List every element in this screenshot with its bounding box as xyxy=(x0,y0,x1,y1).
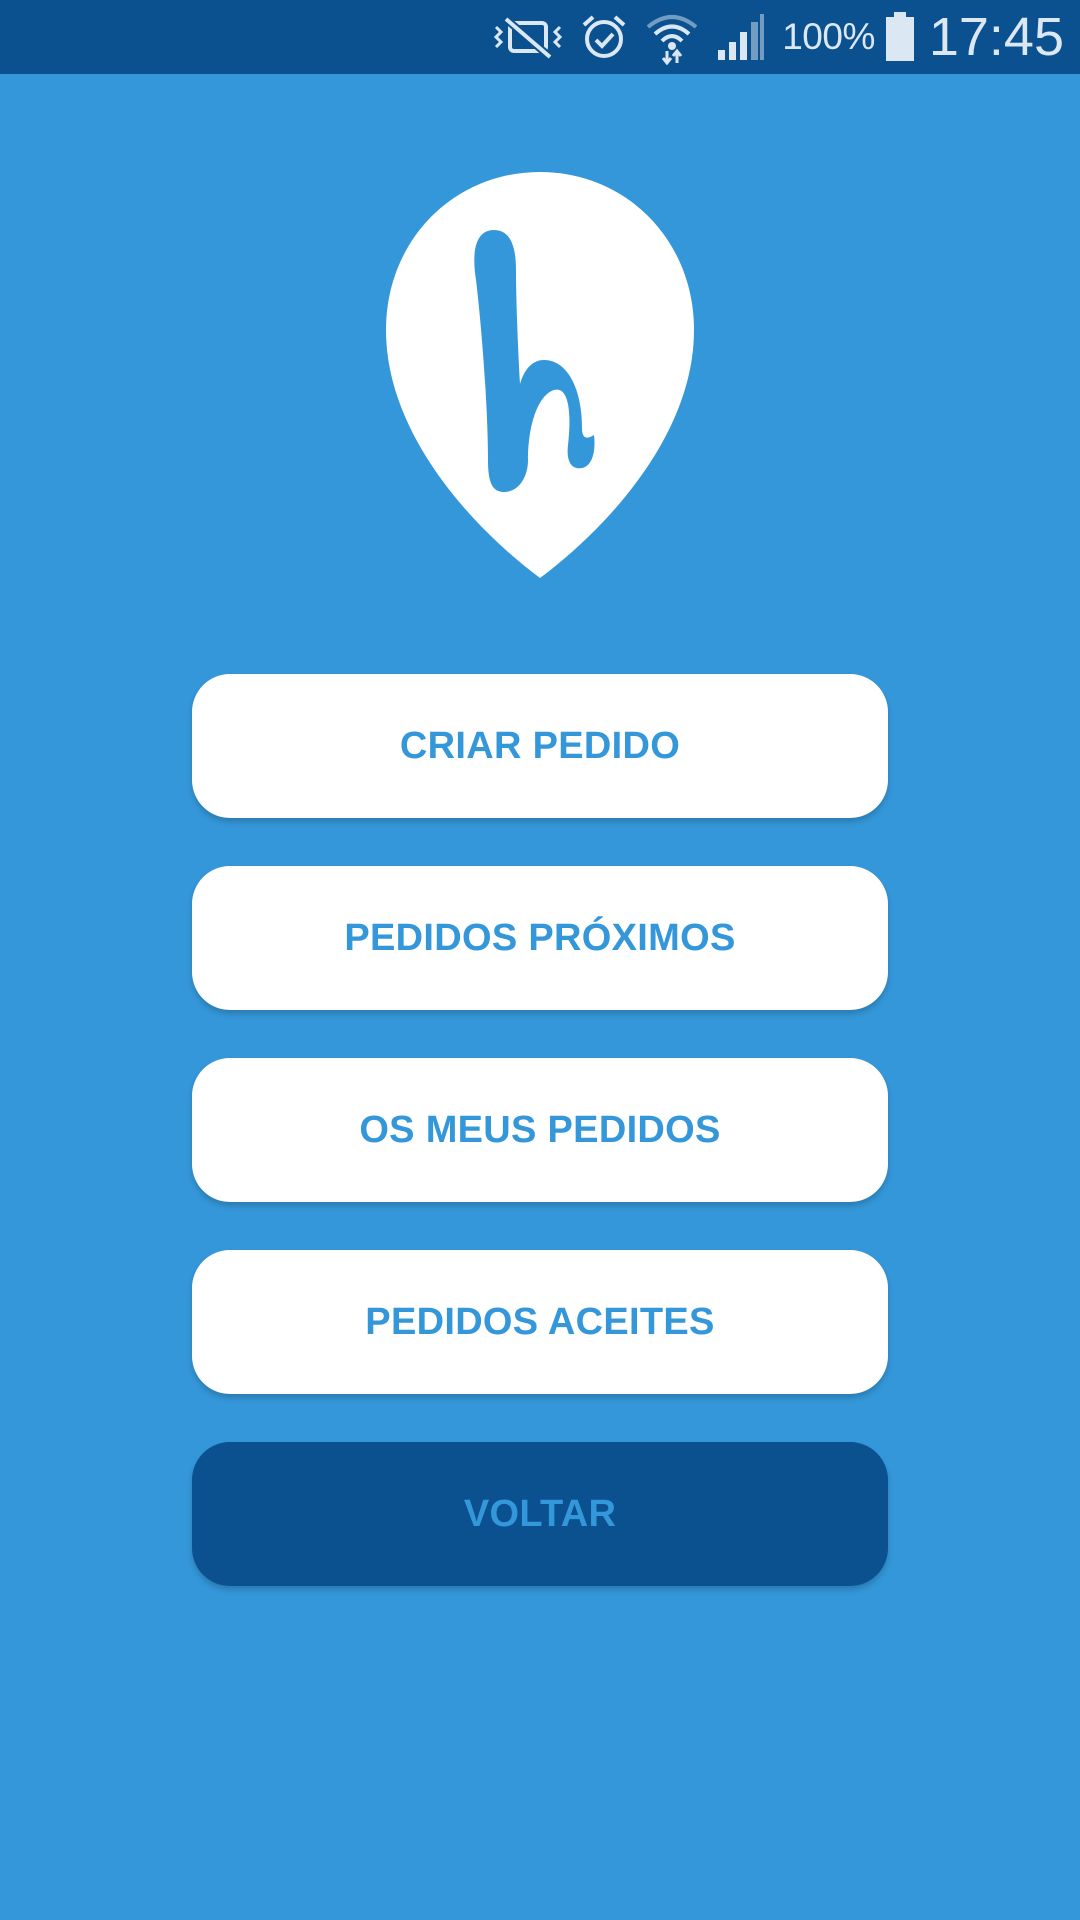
back-button[interactable]: VOLTAR xyxy=(192,1442,888,1586)
clock: 17:45 xyxy=(928,7,1064,67)
vibrate-mute-icon xyxy=(492,13,564,61)
status-icons: 100% 17:45 xyxy=(492,0,1064,74)
status-bar: 100% 17:45 xyxy=(0,0,1080,74)
battery-percent: 100% xyxy=(782,16,875,57)
create-request-button[interactable]: CRIAR PEDIDO xyxy=(192,674,888,818)
main-menu: CRIAR PEDIDO PEDIDOS PRÓXIMOS OS MEUS PE… xyxy=(192,674,888,1634)
alarm-icon xyxy=(580,13,628,61)
battery-icon xyxy=(885,12,915,62)
nearby-requests-button[interactable]: PEDIDOS PRÓXIMOS xyxy=(192,866,888,1010)
signal-icon xyxy=(716,12,766,62)
map-pin-logo xyxy=(382,170,698,580)
wifi-icon xyxy=(644,9,700,65)
my-requests-button[interactable]: OS MEUS PEDIDOS xyxy=(192,1058,888,1202)
accepted-requests-button[interactable]: PEDIDOS ACEITES xyxy=(192,1250,888,1394)
